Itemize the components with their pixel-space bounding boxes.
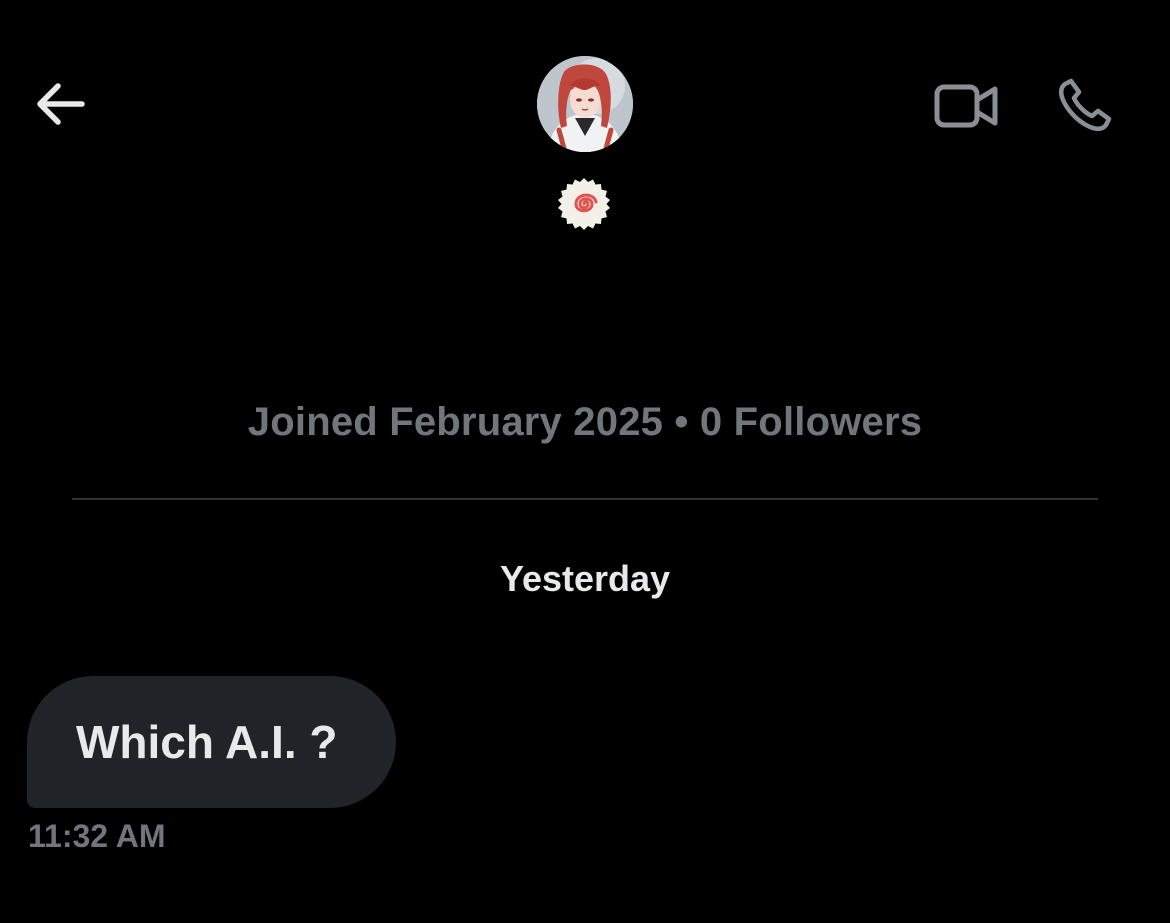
video-call-button[interactable] <box>928 76 1004 136</box>
narutomaki-badge-icon <box>558 178 610 230</box>
voice-call-button[interactable] <box>1052 74 1118 136</box>
date-separator: Yesterday <box>499 558 671 599</box>
avatar[interactable] <box>537 56 633 152</box>
message-timestamp: 11:32 AM <box>28 818 166 854</box>
dm-conversation-screen: Joined February 2025 • 0 Followers Yeste… <box>0 0 1170 923</box>
profile-avatar-image <box>537 56 633 152</box>
video-camera-icon <box>934 84 998 128</box>
back-button[interactable] <box>28 78 92 130</box>
message-bubble[interactable]: Which A.I. ? <box>27 676 396 808</box>
profile-join-info: Joined February 2025 • 0 Followers <box>247 400 923 444</box>
arrow-left-icon <box>37 83 85 125</box>
divider <box>72 498 1098 500</box>
message-text: Which A.I. ? <box>76 716 338 768</box>
phone-icon <box>1058 78 1112 132</box>
